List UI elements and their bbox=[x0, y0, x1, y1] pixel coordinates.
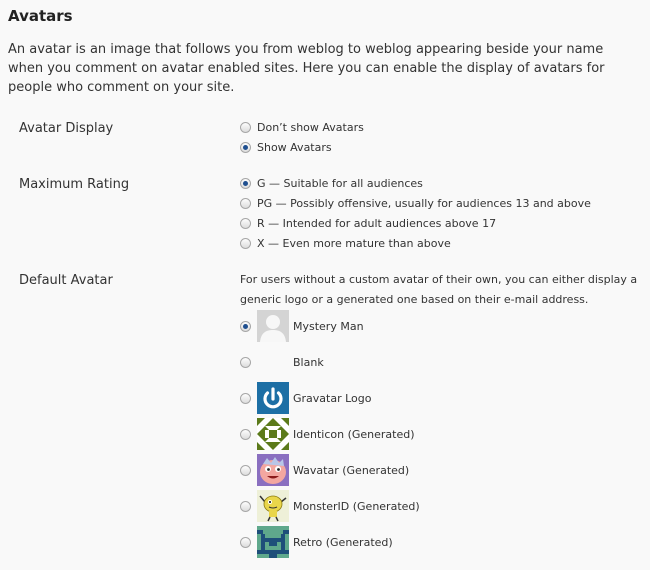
radio-label: Show Avatars bbox=[257, 140, 332, 154]
radio-button[interactable] bbox=[240, 177, 251, 189]
default-avatar-description: For users without a custom avatar of the… bbox=[240, 273, 638, 306]
radio-option-rating-r[interactable]: R — Intended for adult audiences above 1… bbox=[240, 215, 496, 231]
avatar-option-wavatar[interactable]: Wavatar (Generated) bbox=[240, 454, 409, 486]
avatar-option-gravatar-logo[interactable]: Gravatar Logo bbox=[240, 382, 372, 414]
intro-text: An avatar is an image that follows you f… bbox=[8, 42, 605, 95]
radio-button[interactable] bbox=[240, 141, 251, 153]
radio-button[interactable] bbox=[240, 536, 251, 548]
avatar-option-label: MonsterID (Generated) bbox=[293, 499, 420, 513]
avatar-option-label: Identicon (Generated) bbox=[293, 427, 415, 441]
radio-button[interactable] bbox=[240, 121, 251, 133]
radio-label: R — Intended for adult audiences above 1… bbox=[257, 216, 497, 230]
avatar-option-label: Gravatar Logo bbox=[293, 391, 372, 405]
maximum-rating-label: Maximum Rating bbox=[19, 177, 130, 192]
radio-button[interactable] bbox=[240, 217, 251, 229]
avatar-display-label: Avatar Display bbox=[19, 121, 114, 136]
radio-button[interactable] bbox=[240, 428, 251, 440]
radio-button[interactable] bbox=[240, 464, 251, 476]
monsterid-icon bbox=[257, 490, 289, 522]
radio-button[interactable] bbox=[240, 320, 251, 332]
radio-option-rating-g[interactable]: G — Suitable for all audiences bbox=[240, 175, 423, 191]
radio-option-dont-show-avatars[interactable]: Don’t show Avatars bbox=[240, 119, 364, 135]
identicon-icon bbox=[257, 418, 289, 450]
radio-label: G — Suitable for all audiences bbox=[257, 176, 423, 190]
avatar-option-mystery-man[interactable]: Mystery Man bbox=[240, 310, 364, 342]
avatar-option-label: Mystery Man bbox=[293, 319, 364, 333]
avatar-option-label: Retro (Generated) bbox=[293, 535, 393, 549]
radio-option-rating-pg[interactable]: PG — Possibly offensive, usually for aud… bbox=[240, 195, 591, 211]
radio-label: Don’t show Avatars bbox=[257, 120, 364, 134]
radio-button[interactable] bbox=[240, 392, 251, 404]
gravatar-logo-icon bbox=[257, 382, 289, 414]
mystery-man-icon bbox=[257, 310, 289, 342]
avatar-option-retro[interactable]: Retro (Generated) bbox=[240, 526, 393, 558]
wavatar-icon bbox=[257, 454, 289, 486]
radio-button[interactable] bbox=[240, 356, 251, 368]
radio-option-rating-x[interactable]: X — Even more mature than above bbox=[240, 235, 451, 251]
avatar-option-label: Wavatar (Generated) bbox=[293, 463, 410, 477]
avatar-option-label: Blank bbox=[293, 355, 324, 369]
radio-label: X — Even more mature than above bbox=[257, 236, 451, 250]
avatar-option-blank[interactable]: Blank bbox=[240, 346, 324, 378]
blank-icon bbox=[257, 346, 289, 378]
retro-icon bbox=[257, 526, 289, 558]
radio-option-show-avatars[interactable]: Show Avatars bbox=[240, 139, 332, 155]
default-avatar-label: Default Avatar bbox=[19, 273, 113, 288]
page-title: Avatars bbox=[8, 7, 73, 25]
radio-button[interactable] bbox=[240, 500, 251, 512]
avatar-option-monsterid[interactable]: MonsterID (Generated) bbox=[240, 490, 420, 522]
radio-button[interactable] bbox=[240, 237, 251, 249]
radio-button[interactable] bbox=[240, 197, 251, 209]
radio-label: PG — Possibly offensive, usually for aud… bbox=[257, 196, 591, 210]
avatar-option-identicon[interactable]: Identicon (Generated) bbox=[240, 418, 415, 450]
